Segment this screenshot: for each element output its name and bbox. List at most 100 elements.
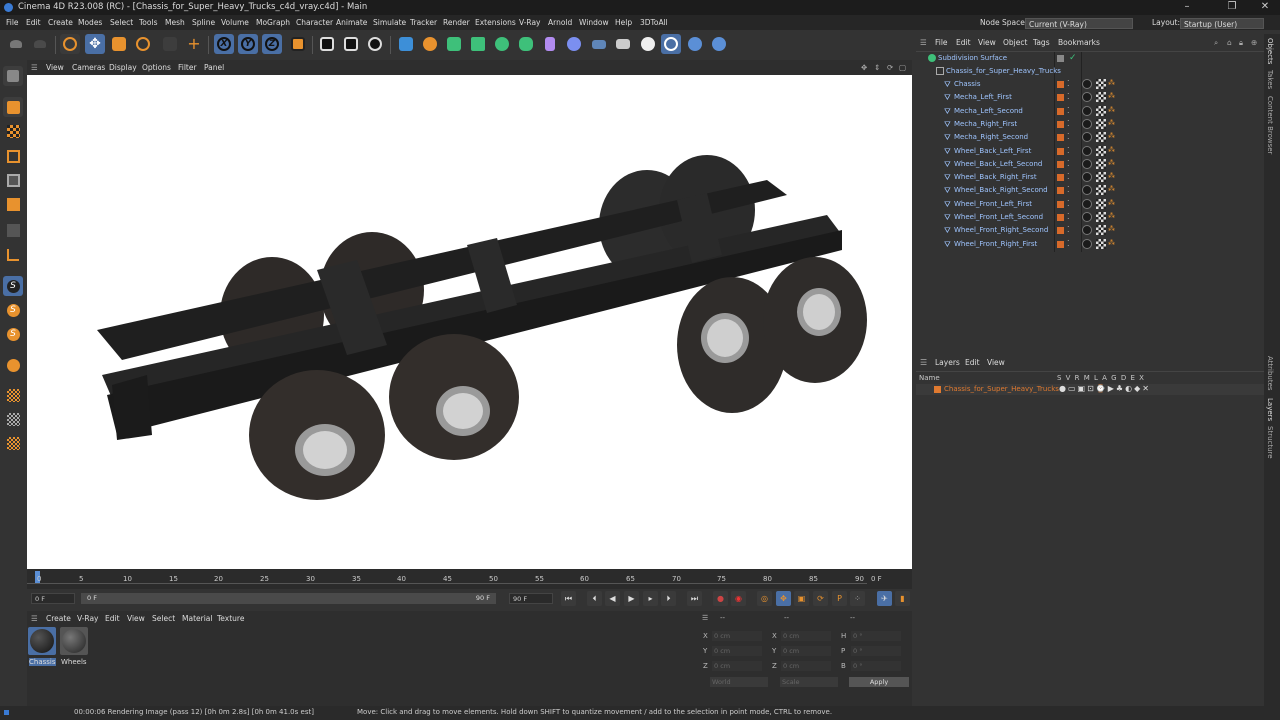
vray-icon[interactable] [661, 34, 681, 54]
menu-edit[interactable]: Edit [26, 18, 41, 27]
material-menu-select[interactable]: Select [152, 614, 175, 623]
layer-color-swatch[interactable] [1057, 240, 1064, 248]
material-menu-vray[interactable]: V-Ray [77, 614, 98, 623]
material-swatch-wheels[interactable] [60, 627, 88, 655]
vray-tag-icon[interactable] [1082, 118, 1092, 129]
layer-color-swatch[interactable] [1057, 120, 1064, 128]
texture-tag-icon[interactable] [1096, 238, 1106, 249]
menu-character[interactable]: Character [296, 18, 333, 27]
texture-tag-icon[interactable] [1096, 158, 1106, 169]
rotation-key-icon[interactable]: ⟳ [813, 591, 828, 606]
hamburger-icon[interactable]: ☰ [702, 614, 708, 622]
size-z-field[interactable]: 0 cm [781, 661, 831, 671]
world-dropdown[interactable]: World [710, 677, 768, 687]
position-key-icon[interactable]: ✥ [776, 591, 791, 606]
go-to-start-icon[interactable]: ⏮ [561, 591, 576, 606]
live-selection-icon[interactable] [60, 34, 80, 54]
menu-vray[interactable]: V-Ray [519, 18, 540, 27]
viewport-menu-options[interactable]: Options [142, 63, 171, 72]
grid-icon[interactable] [3, 385, 23, 405]
position-y-field[interactable]: 0 cm [712, 646, 762, 656]
tree-row-group[interactable]: Chassis_for_Super_Heavy_Trucks [916, 65, 1264, 78]
viewport-menu-display[interactable]: Display [109, 63, 137, 72]
tree-row-object[interactable]: ⛛ Wheel_Back_Right_First ⁚ ⁂ [916, 171, 1264, 184]
texture-tag-icon[interactable] [1096, 79, 1106, 89]
vray-tag-icon[interactable] [1082, 158, 1092, 169]
next-key-icon[interactable]: ⏵ [661, 591, 676, 606]
texture-tag-icon[interactable] [1096, 92, 1106, 103]
menu-mograph[interactable]: MoGraph [256, 18, 290, 27]
vray-tag-icon[interactable] [1082, 145, 1092, 156]
visibility-dots-icon[interactable]: ⁚ [1067, 92, 1070, 101]
texture-tag-icon[interactable] [1096, 132, 1106, 143]
vray-tag-icon[interactable] [1082, 198, 1092, 209]
tree-row-subdivision[interactable]: Subdivision Surface ✓ [916, 52, 1264, 65]
python-script-icon[interactable] [709, 34, 729, 54]
viewport-zoom-icon[interactable]: ⇕ [874, 63, 880, 72]
object-menu-object[interactable]: Object [1003, 38, 1027, 47]
menu-window[interactable]: Window [579, 18, 609, 27]
point-level-icon[interactable]: ⁘ [850, 591, 865, 606]
tree-row-object[interactable]: ⛛ Mecha_Left_First ⁚ ⁂ [916, 91, 1264, 104]
material-menu-material[interactable]: Material [182, 614, 212, 623]
size-y-field[interactable]: 0 cm [781, 646, 831, 656]
layer-menu-edit[interactable]: Edit [965, 358, 980, 367]
render-settings-icon[interactable] [365, 34, 385, 54]
points-mode-icon[interactable] [3, 146, 23, 166]
light-icon[interactable] [638, 34, 658, 54]
model-mode-icon[interactable] [3, 66, 23, 86]
material-menu-create[interactable]: Create [46, 614, 71, 623]
object-menu-tags[interactable]: Tags [1033, 38, 1050, 47]
material-tag-icon[interactable]: ⁂ [1108, 146, 1115, 154]
play-icon[interactable]: ▶ [624, 591, 639, 606]
material-tag-icon[interactable]: ⁂ [1108, 106, 1115, 114]
material-tag-icon[interactable]: ⁂ [1108, 225, 1115, 233]
viewport-maximize-icon[interactable]: ▢ [899, 63, 906, 72]
rotation-b-field[interactable]: 0 ° [851, 661, 901, 671]
maximize-icon[interactable]: ❐ [1225, 1, 1239, 12]
mograph-icon[interactable] [516, 34, 536, 54]
deformer-icon[interactable] [540, 34, 560, 54]
frame-range-slider[interactable]: 0 F 90 F [81, 593, 496, 604]
menu-spline[interactable]: Spline [192, 18, 215, 27]
position-x-field[interactable]: 0 cm [712, 631, 762, 641]
record-active-icon[interactable]: ● [713, 591, 728, 606]
viewport-menu-view[interactable]: View [46, 63, 64, 72]
vray-tag-icon[interactable] [1082, 105, 1092, 116]
minimize-icon[interactable]: – [1180, 1, 1194, 12]
timeline-ruler[interactable]: 0 5 10 15 20 25 30 35 40 45 50 55 60 65 … [27, 569, 912, 589]
go-to-end-icon[interactable]: ⏭ [687, 591, 702, 606]
vray-tag-icon[interactable] [1082, 92, 1092, 103]
viewport-rotate-icon[interactable]: ⟳ [887, 63, 893, 72]
visibility-dots-icon[interactable]: ⁚ [1067, 79, 1070, 88]
rotation-p-field[interactable]: 0 ° [851, 646, 901, 656]
add-tool-icon[interactable]: + [184, 34, 204, 54]
tree-row-object[interactable]: ⛛ Chassis ⁚ ⁂ [916, 78, 1264, 91]
visibility-dots-icon[interactable]: ⁚ [1067, 239, 1070, 248]
fcurve-icon[interactable]: ▮ [895, 591, 910, 606]
field-icon[interactable] [564, 34, 584, 54]
texture-tag-icon[interactable] [1096, 105, 1106, 116]
material-tag-icon[interactable]: ⁂ [1108, 119, 1115, 127]
layer-color-swatch[interactable] [1057, 134, 1064, 142]
texture-tag-icon[interactable] [1096, 198, 1106, 209]
visibility-dots-icon[interactable]: ⁚ [1067, 225, 1070, 234]
visibility-dots-icon[interactable]: ⁚ [1067, 106, 1070, 115]
layer-menu-layers[interactable]: Layers [935, 358, 960, 367]
layer-color-swatch[interactable] [1057, 214, 1064, 221]
move-icon[interactable]: ✥ [85, 34, 105, 54]
layer-color-swatch[interactable] [1057, 107, 1064, 115]
layer-color-swatch[interactable] [1057, 147, 1064, 155]
layer-color-swatch[interactable] [1057, 200, 1064, 208]
texture-mode-icon[interactable] [3, 121, 23, 141]
render-view-icon[interactable] [317, 34, 337, 54]
tree-row-object[interactable]: ⛛ Wheel_Front_Right_Second ⁚ ⁂ [916, 224, 1264, 237]
vray-tag-icon[interactable] [1082, 132, 1092, 143]
undo-icon[interactable] [6, 34, 26, 54]
redo-icon[interactable] [30, 34, 50, 54]
material-tag-icon[interactable]: ⁂ [1108, 172, 1115, 180]
hamburger-icon[interactable]: ☰ [920, 38, 927, 47]
tree-row-object[interactable]: ⛛ Wheel_Back_Left_Second ⁚ ⁂ [916, 158, 1264, 171]
previous-key-icon[interactable]: ⏴ [587, 591, 602, 606]
layer-color-swatch[interactable] [1057, 187, 1064, 195]
